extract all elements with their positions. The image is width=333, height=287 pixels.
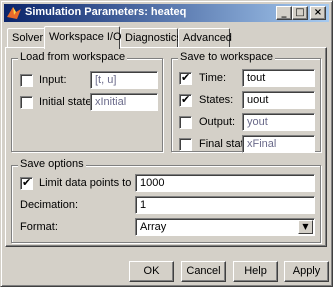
check-icon: ✔ [22,176,32,189]
decimation-field[interactable]: 1 [135,196,315,214]
load-group-title: Load from workspace [18,51,128,63]
tab-panel: Load from workspace Input: [t, u] Initia… [5,47,327,247]
format-select[interactable]: Array ▼ [135,218,315,236]
help-button[interactable]: Help [233,261,278,282]
dialog-window: Simulation Parameters: heateq _ □ × Solv… [0,0,333,287]
initial-state-label: Initial state: [39,96,95,108]
states-label: States: [199,94,234,106]
limit-data-points-checkbox[interactable]: ✔ [20,176,33,190]
save-to-workspace-group: Save to workspace ✔ Time: tout ✔ States:… [171,51,321,153]
input-checkbox[interactable] [20,74,33,87]
title-bar[interactable]: Simulation Parameters: heateq _ □ × [4,4,329,22]
output-label: Output: [199,116,236,128]
save-group-title: Save to workspace [178,51,275,63]
output-checkbox[interactable] [179,116,192,129]
decimation-label: Decimation: [20,199,79,211]
simulink-logo-icon [7,7,21,19]
chevron-down-icon[interactable]: ▼ [298,220,313,234]
save-options-title: Save options [18,158,86,170]
apply-button[interactable]: Apply [284,261,329,282]
tab-advanced[interactable]: Advanced [178,28,232,48]
states-field[interactable]: uout [242,91,315,109]
states-checkbox[interactable]: ✔ [179,93,192,107]
limit-data-points-field[interactable]: 1000 [135,174,315,192]
load-from-workspace-group: Load from workspace Input: [t, u] Initia… [11,51,163,152]
close-button[interactable]: × [310,6,326,20]
format-label: Format: [20,221,58,233]
tab-workspace-io[interactable]: Workspace I/O [44,26,122,49]
time-label: Time: [199,72,227,84]
final-state-checkbox[interactable] [179,138,192,151]
tab-diagnostics[interactable]: Diagnostics [120,28,182,48]
minimize-button[interactable]: _ [276,6,292,20]
cancel-button[interactable]: Cancel [181,261,226,282]
tab-solver[interactable]: Solver [7,28,45,48]
time-checkbox[interactable]: ✔ [179,71,192,85]
input-field[interactable]: [t, u] [90,71,158,89]
format-value: Array [140,221,167,233]
time-field[interactable]: tout [242,69,315,87]
check-icon: ✔ [181,71,191,84]
save-options-group: Save options ✔ Limit data points to last… [11,158,321,243]
initial-state-checkbox[interactable] [20,96,33,109]
window-title: Simulation Parameters: heateq [25,6,187,18]
output-field[interactable]: yout [242,113,315,131]
maximize-button[interactable]: □ [292,6,308,20]
ok-button[interactable]: OK [129,261,174,282]
check-icon: ✔ [181,93,191,106]
input-label: Input: [39,74,67,86]
tab-strip: Solver Workspace I/O Diagnostics Advance… [5,26,327,49]
final-state-field[interactable]: xFinal [242,135,315,153]
initial-state-field[interactable]: xInitial [90,93,158,111]
